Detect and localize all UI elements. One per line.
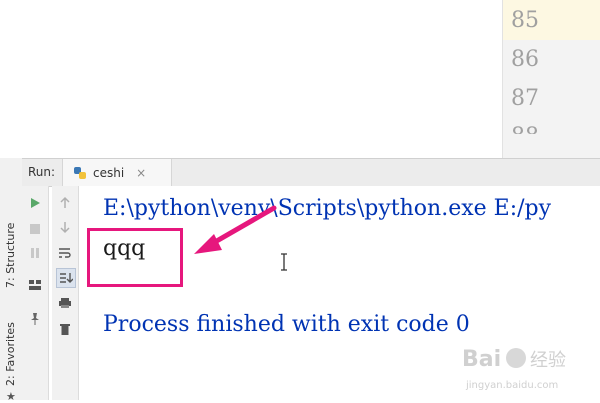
pin-icon[interactable] [26, 310, 44, 328]
console-command-line: E:\python\venv\Scripts\python.exe E:/py [103, 196, 552, 221]
pause-icon[interactable] [26, 244, 44, 262]
baidu-watermark: Bai 经验 jingyan.baidu.com [462, 340, 592, 400]
run-tab-ceshi[interactable]: ceshi × [62, 159, 172, 186]
rerun-icon[interactable] [26, 194, 44, 212]
run-tab-label: ceshi [93, 165, 125, 180]
layout-icon[interactable] [26, 276, 44, 294]
stop-icon[interactable] [26, 220, 44, 238]
favorites-tab[interactable]: 2: Favorites [4, 322, 17, 386]
highlight-box [87, 228, 183, 287]
line-number: 86 [511, 47, 539, 72]
trash-icon[interactable] [56, 320, 74, 338]
left-tool-strip: 7: Structure 2: Favorites ★ [0, 158, 23, 403]
editor-area[interactable]: 85 86 87 88 [0, 0, 600, 158]
python-icon [74, 166, 86, 179]
line-number: 85 [511, 8, 539, 33]
run-label: Run: [28, 165, 56, 179]
close-icon[interactable]: × [136, 166, 146, 180]
run-tool-header: Run: ceshi × [22, 158, 600, 187]
scroll-to-end-icon[interactable] [56, 268, 76, 288]
star-icon: ★ [6, 390, 16, 403]
run-toolbar-secondary [52, 186, 79, 400]
baidu-logo-icon: Bai 经验 jingyan.baidu.com [462, 347, 566, 391]
print-icon[interactable] [56, 294, 74, 312]
arrow-up-icon[interactable] [56, 194, 74, 212]
run-toolbar-primary [22, 186, 49, 400]
watermark-brand: Bai [462, 347, 501, 372]
line-number: 87 [511, 86, 539, 111]
soft-wrap-icon[interactable] [56, 244, 74, 262]
watermark-url: jingyan.baidu.com [465, 380, 558, 391]
line-number-gutter: 85 86 87 88 [502, 0, 600, 158]
editor-content[interactable] [0, 0, 502, 158]
structure-tab[interactable]: 7: Structure [4, 223, 17, 288]
watermark-brand2: 经验 [530, 350, 566, 371]
text-cursor-icon [281, 253, 287, 271]
line-number: 88 [511, 124, 539, 149]
console-exit-line: Process finished with exit code 0 [103, 312, 470, 337]
annotation-arrow-icon [194, 205, 277, 254]
arrow-down-icon[interactable] [56, 218, 74, 236]
